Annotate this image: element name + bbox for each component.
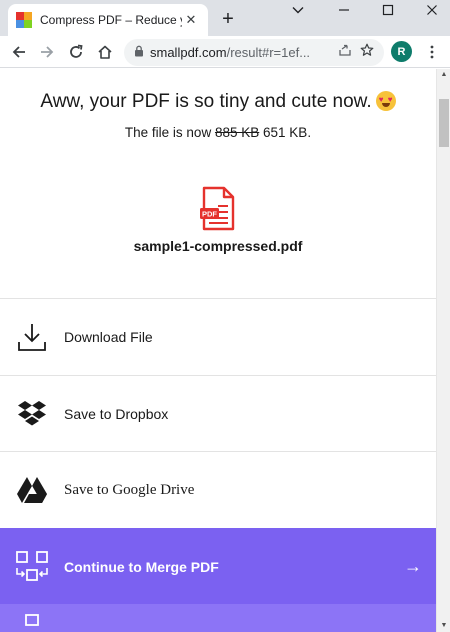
dropbox-icon — [0, 400, 64, 428]
url-text: smallpdf.com/result#r=1ef... — [150, 45, 311, 60]
tab-search-chevron-icon[interactable] — [276, 0, 320, 20]
browser-tab[interactable]: Compress PDF – Reduce your ✕ — [8, 4, 208, 36]
result-headline: Aww, your PDF is so tiny and cute now. ♥ ♥ — [0, 91, 436, 113]
scroll-up-arrow-icon[interactable]: ▲ — [440, 71, 448, 79]
new-size: 651 KB. — [263, 125, 312, 140]
save-to-google-drive-label: Save to Google Drive — [64, 481, 195, 498]
heart-eyes-emoji-icon: ♥ ♥ — [375, 91, 396, 111]
save-to-dropbox-button[interactable]: Save to Dropbox — [0, 375, 436, 452]
reload-icon[interactable] — [63, 39, 89, 65]
tab-title: Compress PDF – Reduce your — [40, 13, 182, 27]
tab-strip: Compress PDF – Reduce your ✕ + — [0, 0, 450, 36]
bookmark-star-icon[interactable] — [360, 43, 374, 62]
window-minimize-icon[interactable] — [322, 0, 366, 20]
merge-pdf-icon — [0, 550, 64, 584]
download-icon — [0, 322, 64, 352]
pdf-file-icon: PDF — [200, 186, 236, 232]
profile-avatar[interactable]: R — [391, 41, 412, 62]
lock-icon[interactable] — [134, 44, 144, 62]
home-icon[interactable] — [92, 39, 118, 65]
forward-icon[interactable] — [34, 39, 60, 65]
save-to-google-drive-button[interactable]: Save to Google Drive — [0, 451, 436, 528]
next-action-button[interactable] — [0, 604, 436, 632]
browser-toolbar: smallpdf.com/result#r=1ef... R — [0, 36, 450, 68]
scroll-down-arrow-icon[interactable]: ▼ — [440, 622, 448, 630]
continue-to-merge-pdf-label: Continue to Merge PDF — [64, 558, 219, 575]
kebab-menu-icon[interactable] — [419, 39, 445, 65]
save-to-dropbox-label: Save to Dropbox — [64, 406, 169, 422]
smallpdf-favicon-icon — [16, 12, 32, 28]
download-file-label: Download File — [64, 329, 153, 345]
google-drive-icon — [0, 476, 64, 504]
download-file-button[interactable]: Download File — [0, 298, 436, 375]
new-tab-button[interactable]: + — [216, 8, 240, 30]
scrollbar-thumb[interactable] — [439, 99, 449, 147]
window-maximize-icon[interactable] — [366, 0, 410, 20]
back-icon[interactable] — [6, 39, 32, 65]
continue-to-merge-pdf-button[interactable]: Continue to Merge PDF → — [0, 528, 436, 605]
next-action-icon — [0, 608, 64, 628]
share-icon[interactable] — [338, 43, 352, 62]
page-scrollbar[interactable]: ▲ ▼ — [436, 69, 450, 632]
svg-text:PDF: PDF — [202, 210, 217, 219]
address-bar[interactable]: smallpdf.com/result#r=1ef... — [124, 39, 384, 66]
old-size: 885 KB — [214, 125, 260, 140]
window-close-icon[interactable] — [410, 0, 450, 20]
arrow-right-icon: → — [404, 556, 422, 576]
tab-close-icon[interactable]: ✕ — [182, 11, 200, 29]
result-page: Aww, your PDF is so tiny and cute now. ♥ ♥… — [0, 69, 436, 632]
size-summary: The file is now 885 KB 651 KB. — [124, 125, 312, 140]
file-name: sample1-compressed.pdf — [133, 238, 303, 254]
